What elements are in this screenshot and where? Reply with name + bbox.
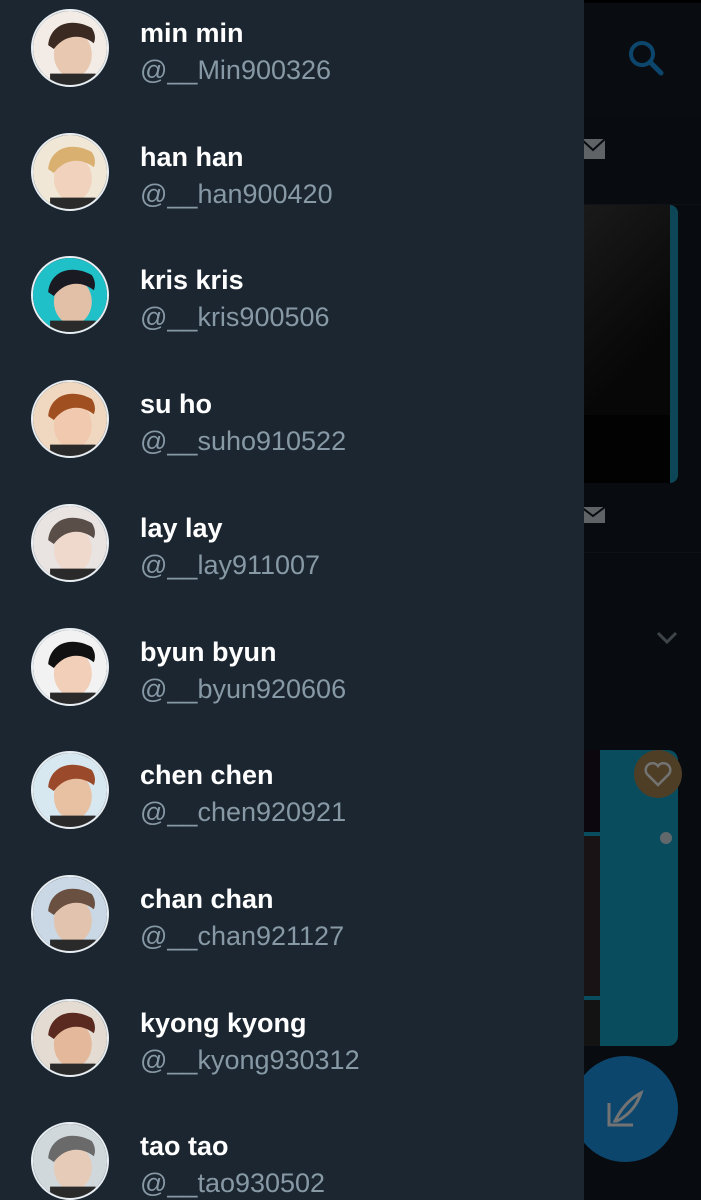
account-display-name: lay lay	[140, 512, 223, 543]
avatar[interactable]	[31, 998, 109, 1077]
account-handle: @__chan921127	[140, 920, 345, 951]
account-drawer: min min @__Min900326han han @__han900420kr…	[0, 0, 584, 1200]
avatar[interactable]	[31, 132, 109, 211]
account-handle: @__Min900326	[140, 55, 332, 85]
account-display-name: tao tao	[140, 1131, 229, 1162]
account-item[interactable]: chan chan @__chan921127	[0, 866, 584, 989]
avatar[interactable]	[31, 751, 109, 830]
account-item[interactable]: chen chen @__chen920921	[0, 742, 584, 865]
account-item[interactable]: lay lay @__lay911007	[0, 495, 584, 618]
account-item[interactable]: su ho @__suho910522	[0, 371, 584, 494]
account-handle: @__chen920921	[140, 797, 347, 828]
account-handle: @__kyong930312	[140, 1044, 360, 1075]
account-display-name: su ho	[140, 389, 212, 420]
account-display-name: min min	[140, 18, 244, 48]
avatar[interactable]	[31, 1122, 109, 1200]
avatar[interactable]	[31, 380, 109, 459]
avatar[interactable]	[31, 503, 109, 582]
account-handle: @__kris900506	[140, 302, 330, 333]
account-item[interactable]: min min @__Min900326	[0, 0, 584, 123]
avatar[interactable]	[31, 9, 109, 87]
account-handle: @__tao930502	[140, 1168, 326, 1199]
account-display-name: byun byun	[140, 636, 277, 667]
account-item[interactable]: kris kris @__kris900506	[0, 247, 584, 370]
account-item[interactable]: han han @__han900420	[0, 124, 584, 247]
account-display-name: kris kris	[140, 265, 244, 296]
avatar[interactable]	[31, 627, 109, 706]
account-handle: @__byun920606	[140, 673, 347, 704]
account-handle: @__lay911007	[140, 549, 321, 580]
account-item[interactable]: kyong kyong @__kyong930312	[0, 990, 584, 1113]
account-handle: @__han900420	[140, 178, 333, 209]
account-item[interactable]: tao tao @__tao930502	[0, 1113, 584, 1200]
account-item[interactable]: byun byun @__byun920606	[0, 619, 584, 742]
account-display-name: han han	[140, 141, 244, 172]
account-handle: @__suho910522	[140, 426, 347, 457]
account-display-name: kyong kyong	[140, 1007, 307, 1038]
avatar[interactable]	[31, 874, 109, 953]
account-display-name: chen chen	[140, 760, 274, 791]
account-display-name: chan chan	[140, 883, 274, 914]
avatar[interactable]	[31, 256, 109, 335]
